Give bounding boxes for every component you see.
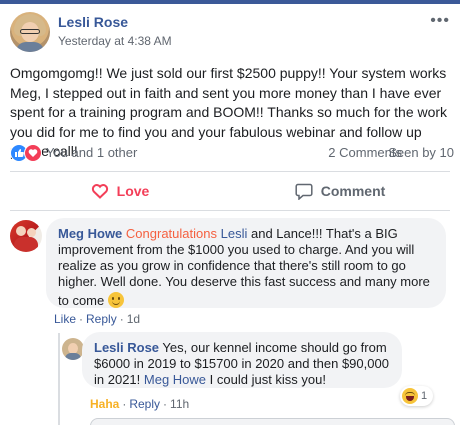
avatar-person	[16, 226, 26, 236]
comment-highlight: Congratulations	[125, 226, 217, 241]
reply-mention[interactable]: Meg Howe	[144, 372, 206, 387]
divider	[10, 210, 450, 211]
love-button[interactable]: Love	[10, 176, 230, 206]
post-author-name[interactable]: Lesli Rose	[58, 14, 128, 30]
reply-time[interactable]: 11h	[170, 397, 189, 411]
haha-emoji-icon	[402, 388, 418, 404]
comment-button-label: Comment	[320, 183, 386, 199]
comment-button[interactable]: Comment	[230, 176, 450, 206]
action-bar: Love Comment	[10, 176, 450, 206]
like-comment-button[interactable]: Like	[54, 312, 76, 326]
top-bar	[0, 0, 460, 4]
comment-bubble: Meg Howe Congratulations Lesli and Lance…	[46, 218, 446, 308]
avatar-body	[14, 237, 38, 252]
avatar-shirt	[65, 353, 81, 360]
reaction-icons	[10, 144, 46, 162]
comment-time[interactable]: 1d	[127, 312, 140, 326]
reply-bubble: Lesli Rose Yes, our kennel income should…	[82, 332, 402, 388]
comment-author[interactable]: Meg Howe	[58, 226, 122, 241]
reply-reaction-count[interactable]: 1	[400, 386, 434, 406]
divider	[10, 171, 450, 172]
heart-icon	[91, 183, 109, 199]
post-timestamp[interactable]: Yesterday at 4:38 AM	[58, 34, 172, 48]
avatar-shirt	[16, 42, 44, 52]
reply-text-end: I could just kiss you!	[209, 372, 326, 387]
smile-emoji-icon	[107, 292, 124, 308]
reply-input[interactable]	[90, 418, 455, 425]
more-options-icon[interactable]: •••	[430, 12, 450, 30]
post-header: Lesli Rose Yesterday at 4:38 AM •••	[10, 12, 450, 58]
comment-actions: Like · Reply · 1d	[54, 312, 141, 326]
reply-author-avatar[interactable]	[62, 338, 84, 360]
avatar-person	[27, 228, 36, 237]
love-reaction-icon	[24, 144, 42, 162]
reply-thread-line	[58, 333, 60, 425]
reply-button[interactable]: Reply	[129, 397, 160, 411]
commenter-avatar[interactable]	[10, 220, 42, 252]
reply-actions: Haha · Reply · 11h	[90, 397, 190, 411]
reactions-text: You and 1 other	[46, 145, 138, 160]
reaction-count: 1	[421, 390, 428, 402]
seen-by-count[interactable]: Seen by 10	[388, 145, 454, 160]
reply-author[interactable]: Lesli Rose	[94, 340, 159, 355]
comment-mention[interactable]: Lesli	[221, 226, 248, 241]
author-avatar[interactable]	[10, 12, 50, 52]
love-button-label: Love	[116, 183, 150, 199]
haha-button[interactable]: Haha	[90, 397, 119, 411]
comment-icon	[295, 183, 313, 200]
avatar-glasses	[20, 29, 40, 34]
reply-button[interactable]: Reply	[86, 312, 117, 326]
reactions-summary[interactable]: You and 1 other 2 Comments Seen by 10	[10, 144, 454, 162]
